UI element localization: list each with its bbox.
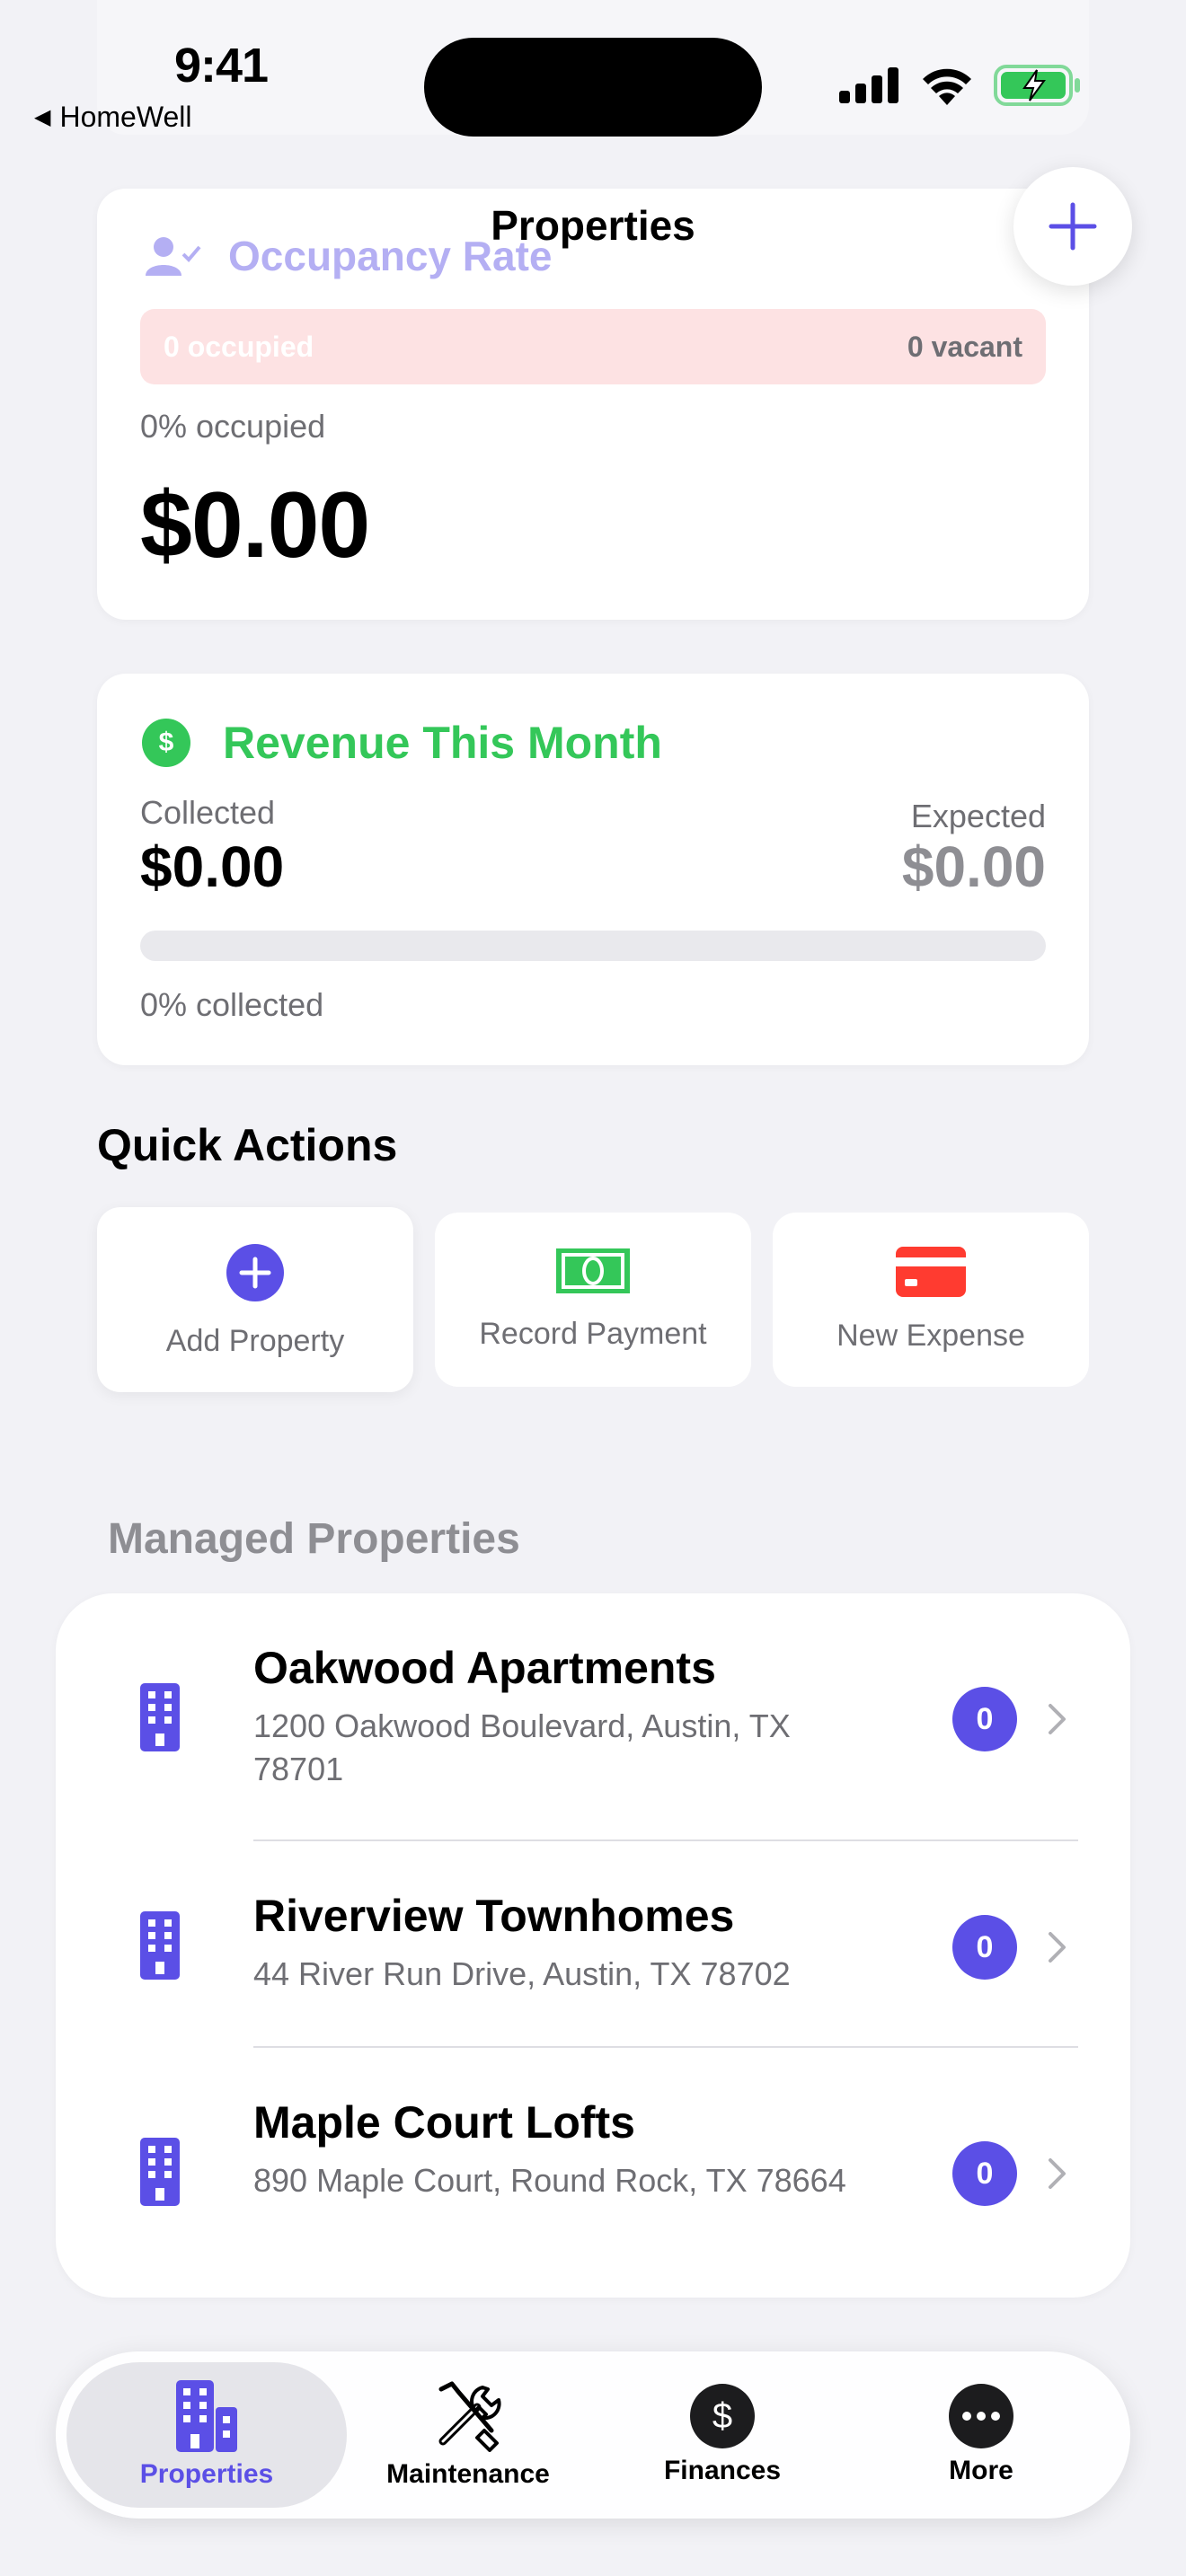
new-expense-action[interactable]: New Expense <box>773 1213 1089 1387</box>
dynamic-island <box>424 38 762 137</box>
occupancy-amount: $0.00 <box>140 473 370 578</box>
revenue-title: Revenue This Month <box>223 718 662 768</box>
revenue-card: $ Revenue This Month Collected $0.00 Exp… <box>97 674 1089 1065</box>
managed-properties-list: Oakwood Apartments 1200 Oakwood Boulevar… <box>56 1593 1130 2298</box>
plus-circle-icon <box>226 1244 284 1301</box>
tab-maintenance[interactable]: Maintenance <box>349 2362 588 2508</box>
back-to-app-button[interactable]: ◀ HomeWell <box>34 101 191 134</box>
tab-maintenance-label: Maintenance <box>386 2459 550 2489</box>
building-icon <box>176 2380 237 2452</box>
add-property-action-label: Add Property <box>165 1324 345 1358</box>
chevron-right-icon <box>1049 1704 1066 1734</box>
page-title: Properties <box>491 202 695 249</box>
property-address: 1200 Oakwood Boulevard, Austin, TX 78701 <box>253 1707 791 1787</box>
occupancy-percent: 0% occupied <box>140 408 326 445</box>
revenue-progress-bar <box>140 931 1046 961</box>
credit-card-icon <box>896 1247 966 1297</box>
revenue-percent: 0% collected <box>140 986 324 1023</box>
tab-properties-label: Properties <box>139 2459 274 2489</box>
property-address: 890 Maple Court, Round Rock, TX 78664 <box>253 2162 846 2199</box>
record-payment-action[interactable]: Record Payment <box>435 1213 751 1387</box>
property-name: Maple Court Lofts <box>253 2097 635 2148</box>
property-count-badge: 0 <box>952 2141 1017 2206</box>
expected-value: $0.00 <box>901 834 1046 899</box>
collected-label: Collected <box>140 794 276 831</box>
battery-charging-icon <box>994 65 1080 106</box>
wifi-icon <box>923 68 971 105</box>
tab-more[interactable]: More <box>848 2362 1114 2508</box>
chevron-right-icon <box>1049 1932 1066 1963</box>
revenue-header: $ Revenue This Month <box>142 717 662 769</box>
tab-bar: Properties Maintenance $ Finances More <box>56 2351 1130 2519</box>
add-property-action[interactable]: Add Property <box>97 1207 413 1392</box>
tab-more-label: More <box>949 2456 1013 2485</box>
property-row-oakwood[interactable]: Oakwood Apartments 1200 Oakwood Boulevar… <box>56 1593 1130 1839</box>
property-row-maple-court[interactable]: Maple Court Lofts 890 Maple Court, Round… <box>56 2048 1130 2298</box>
property-name: Riverview Townhomes <box>253 1891 735 1941</box>
dollar-circle-icon: $ <box>690 2384 755 2448</box>
dollar-circle-icon: $ <box>142 719 190 767</box>
occupancy-card: Occupancy Rate 0 occupied 0 vacant 0% oc… <box>97 189 1089 620</box>
tab-finances[interactable]: $ Finances <box>597 2362 848 2508</box>
plus-icon <box>1049 202 1097 251</box>
building-icon <box>140 1911 180 1980</box>
chevron-right-icon <box>1049 2158 1066 2189</box>
add-property-button[interactable] <box>1013 167 1132 286</box>
tools-icon <box>438 2381 501 2452</box>
tab-finances-label: Finances <box>663 2456 782 2485</box>
property-name: Oakwood Apartments <box>253 1643 716 1693</box>
building-icon <box>140 1683 180 1751</box>
new-expense-action-label: New Expense <box>836 1319 1025 1353</box>
more-icon <box>949 2384 1013 2448</box>
quick-actions-title: Quick Actions <box>97 1120 398 1170</box>
occupied-count: 0 occupied <box>164 331 314 363</box>
property-row-riverview[interactable]: Riverview Townhomes 44 River Run Drive, … <box>56 1841 1130 2046</box>
back-app-label: HomeWell <box>59 101 192 133</box>
managed-properties-title: Managed Properties <box>108 1515 520 1563</box>
cellular-signal-icon <box>839 67 898 103</box>
property-address: 44 River Run Drive, Austin, TX 78702 <box>253 1955 791 1992</box>
collected-value: $0.00 <box>140 834 285 899</box>
expected-label: Expected <box>910 798 1046 834</box>
banknote-icon <box>556 1248 630 1293</box>
back-triangle-icon: ◀ <box>34 105 51 129</box>
property-count-badge: 0 <box>952 1687 1017 1751</box>
building-icon <box>140 2138 180 2206</box>
vacant-count: 0 vacant <box>907 331 1022 363</box>
tab-properties[interactable]: Properties <box>66 2362 347 2508</box>
occupancy-bar: 0 occupied 0 vacant <box>140 309 1046 384</box>
status-time: 9:41 <box>174 39 269 93</box>
record-payment-action-label: Record Payment <box>479 1317 707 1351</box>
property-count-badge: 0 <box>952 1915 1017 1980</box>
status-icons <box>839 65 1082 106</box>
